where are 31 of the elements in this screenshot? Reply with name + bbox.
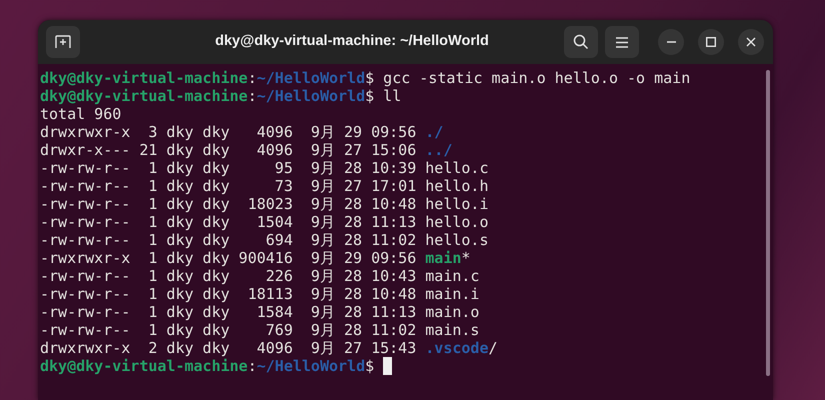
listing-line: -rw-rw-r-- 1 dky dky 694 9月 28 11:02 hello.s [40,231,488,249]
prompt-line: dky@dky-virtual-machine:~/HelloWorld$ gcc -static main.o hello.o -o main [40,69,690,87]
search-icon [573,34,589,50]
output-line: total 960 [40,105,122,123]
menu-icon [616,36,628,48]
listing-line: -rw-rw-r-- 1 dky dky 1584 9月 28 11:13 main.o [40,303,480,321]
listing-line: -rw-rw-r-- 1 dky dky 1504 9月 28 11:13 hello.o [40,213,488,231]
close-button[interactable] [738,29,764,55]
prompt-line: dky@dky-virtual-machine:~/HelloWorld$ ll [40,87,402,105]
listing-line: -rw-rw-r-- 1 dky dky 73 9月 27 17:01 hello.h [40,177,488,195]
menu-button[interactable] [605,26,639,58]
close-icon [746,37,756,47]
maximize-button[interactable] [698,29,724,55]
prompt-line: dky@dky-virtual-machine:~/HelloWorld$ [40,357,374,375]
listing-line: drwxrwxr-x 2 dky dky 4096 9月 27 15:43 .vscode/ [40,339,498,357]
new-tab-button[interactable] [46,26,80,58]
minimize-button[interactable] [658,29,684,55]
listing-line: -rwxrwxr-x 1 dky dky 900416 9月 29 09:56 main* [40,249,470,267]
listing-line: -rw-rw-r-- 1 dky dky 18023 9月 28 10:48 hello.i [40,195,488,213]
search-button[interactable] [564,26,598,58]
window-title: dky@dky-virtual-machine: ~/HelloWorld [215,32,489,52]
new-tab-icon [55,35,71,49]
scrollbar[interactable] [766,70,770,376]
maximize-icon [706,37,716,47]
minimize-icon [666,41,676,43]
listing-line: -rw-rw-r-- 1 dky dky 769 9月 28 11:02 main.s [40,321,480,339]
listing-line: -rw-rw-r-- 1 dky dky 95 9月 28 10:39 hello.c [40,159,488,177]
listing-line: -rw-rw-r-- 1 dky dky 226 9月 28 10:43 main.c [40,267,480,285]
listing-line: drwxr-x--- 21 dky dky 4096 9月 27 15:06 ../ [40,141,452,159]
listing-line: -rw-rw-r-- 1 dky dky 18113 9月 28 10:48 main.i [40,285,480,303]
listing-line: drwxrwxr-x 3 dky dky 4096 9月 29 09:56 ./ [40,123,444,141]
